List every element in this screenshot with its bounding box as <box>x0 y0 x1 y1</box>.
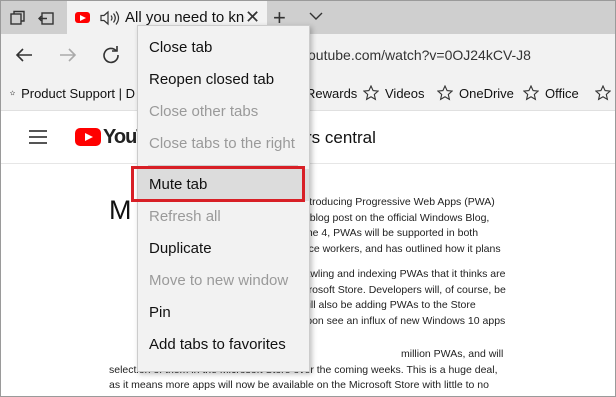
favorite-label: Rewards <box>306 85 358 101</box>
favorite-item-office[interactable]: Office <box>523 76 579 110</box>
favorite-item-product-support[interactable]: Product Support | D <box>10 76 135 110</box>
text-line: vice workers, and has outlined how it pl… <box>301 242 501 255</box>
favorites-more[interactable] <box>595 76 615 110</box>
text-line: introducing Progressive Web Apps (PWA) <box>301 196 495 208</box>
back-arrow-icon[interactable] <box>13 44 35 66</box>
refresh-icon[interactable] <box>100 44 122 66</box>
text-line: rawling and indexing PWAs that it thinks… <box>301 268 506 280</box>
star-icon <box>10 90 16 96</box>
menu-item-pin[interactable]: Pin <box>138 297 309 329</box>
tabs-aside-icon[interactable] <box>10 10 26 26</box>
star-icon <box>363 85 379 101</box>
youtube-logo-icon[interactable] <box>75 128 101 146</box>
hamburger-menu-icon[interactable] <box>29 130 47 144</box>
browser-window: All you need to knc ✕ + youtube.com/watc… <box>0 0 616 397</box>
text-line: n blog post on the official Windows Blog… <box>301 211 490 224</box>
text-line: icrosoft Store. Developers will, of cour… <box>301 283 506 296</box>
search-query-text[interactable]: rs central <box>306 128 376 148</box>
speaker-audio-icon[interactable] <box>99 10 121 26</box>
favorite-label: Videos <box>385 85 425 101</box>
paragraph-1: introducing Progressive Web Apps (PWA) n… <box>301 195 615 257</box>
text-line: soon see an influx of new Windows 10 app… <box>301 314 506 327</box>
star-icon <box>595 85 611 101</box>
menu-item-refresh-all[interactable]: Refresh all <box>138 201 309 233</box>
favorite-label: OneDrive <box>459 85 514 101</box>
menu-item-add-tabs-to-favorites[interactable]: Add tabs to favorites <box>138 329 309 361</box>
menu-item-move-to-new-window[interactable]: Move to new window <box>138 265 309 297</box>
menu-item-reopen-closed-tab[interactable]: Reopen closed tab <box>138 64 309 96</box>
favorite-item-rewards[interactable]: Rewards <box>306 76 357 110</box>
paragraph-2: rawling and indexing PWAs that it thinks… <box>301 267 615 329</box>
dropcap-letter: M <box>109 195 132 225</box>
menu-item-duplicate[interactable]: Duplicate <box>138 233 309 265</box>
favorite-label: Product Support | D <box>21 85 135 101</box>
address-bar-url[interactable]: youtube.com/watch?v=0OJ24kCV-J8 <box>301 47 531 63</box>
forward-arrow-icon[interactable] <box>57 44 79 66</box>
tab-title: All you need to knc <box>125 9 245 26</box>
menu-item-close-tabs-to-right[interactable]: Close tabs to the right <box>138 128 309 160</box>
text-line: will also be adding PWAs to the Store <box>301 299 476 311</box>
favorite-item-onedrive[interactable]: OneDrive <box>437 76 514 110</box>
close-tab-icon[interactable]: ✕ <box>245 8 261 26</box>
youtube-favicon-icon <box>75 12 90 23</box>
menu-item-close-other-tabs[interactable]: Close other tabs <box>138 96 309 128</box>
chevron-down-icon[interactable] <box>308 9 324 23</box>
highlight-callout-box <box>131 166 305 202</box>
restore-tabs-icon[interactable] <box>38 10 54 26</box>
favorite-item-videos[interactable]: Videos <box>363 76 425 110</box>
star-icon <box>437 85 453 101</box>
menu-item-close-tab[interactable]: Close tab <box>138 32 309 64</box>
text-line: one 4, PWAs will be supported in both <box>301 227 479 239</box>
star-icon <box>523 85 539 101</box>
text-line: as it means more apps will now be availa… <box>109 379 489 391</box>
favorite-label: Office <box>545 85 579 101</box>
